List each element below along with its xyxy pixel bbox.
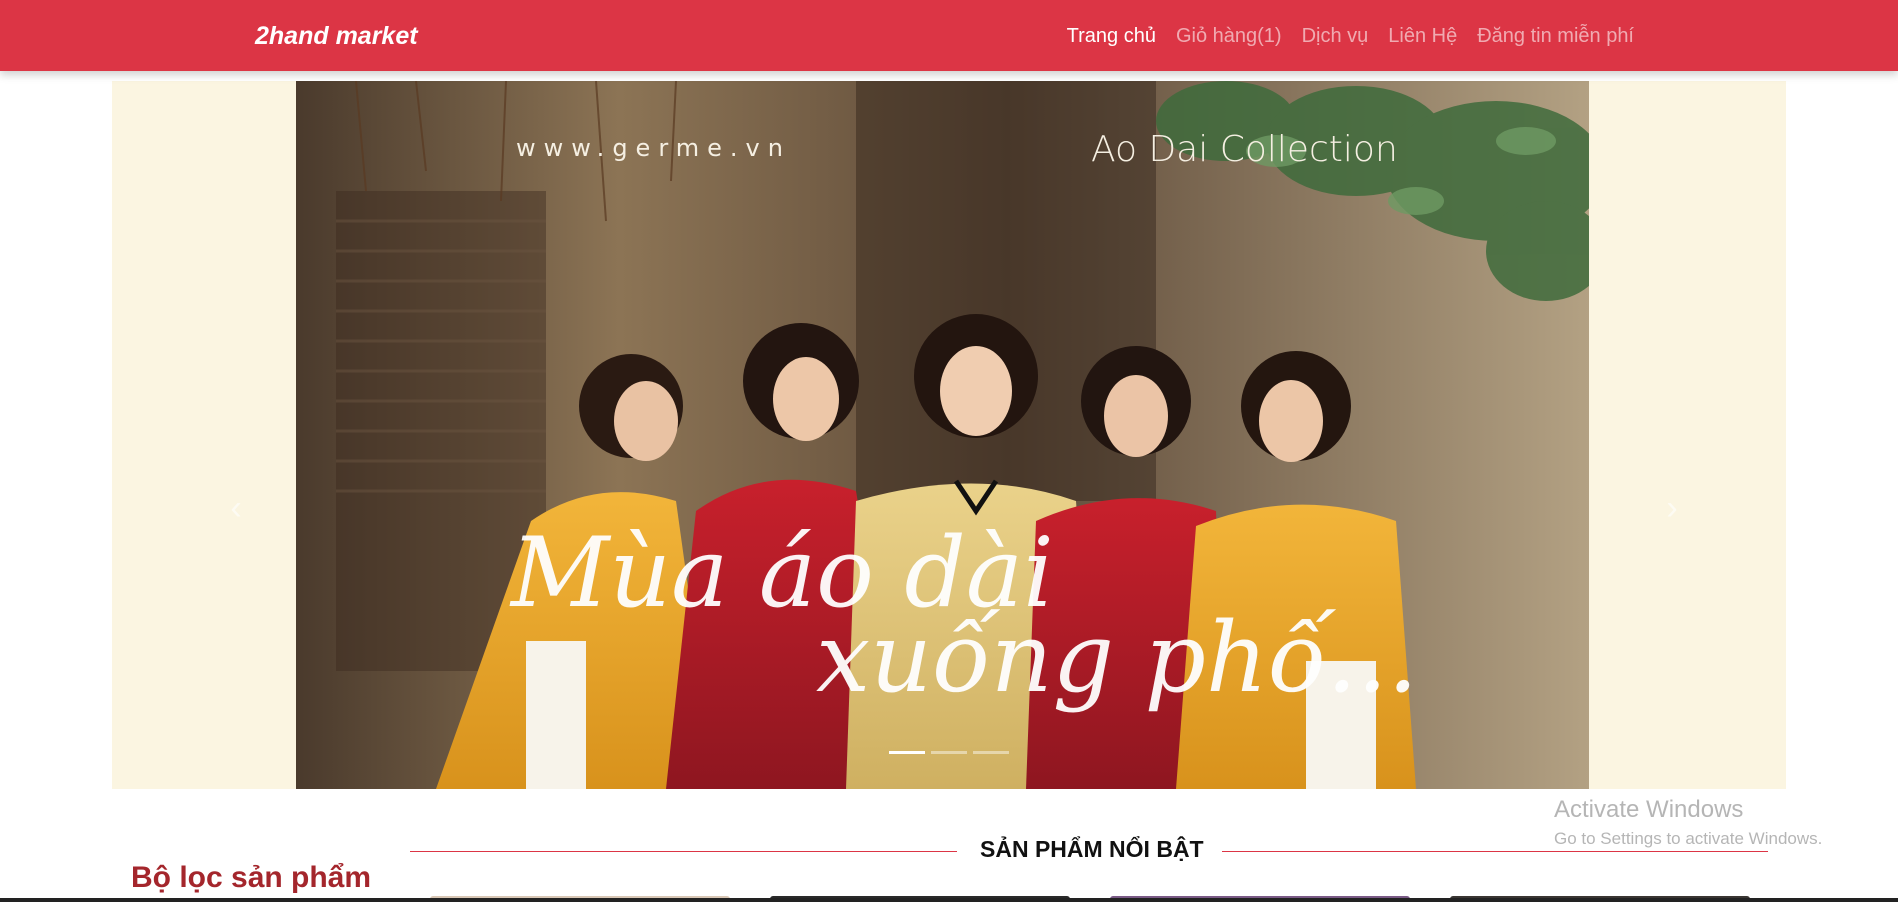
banner-collection-text: Ao Dai Collection xyxy=(1091,129,1398,170)
nav-menu: Trang chủ Giỏ hàng(1) Dịch vụ Liên Hệ Đă… xyxy=(1067,25,1634,48)
section-divider-right xyxy=(1222,851,1768,852)
taskbar-edge xyxy=(0,898,1898,902)
nav-link-post-free[interactable]: Đăng tin miễn phí xyxy=(1477,25,1634,48)
nav-link-home[interactable]: Trang chủ xyxy=(1067,25,1156,48)
nav-link-contact[interactable]: Liên Hệ xyxy=(1388,25,1457,48)
activate-windows-subtitle: Go to Settings to activate Windows. xyxy=(1554,829,1823,848)
featured-products-title: SẢN PHẨM NỔI BẬT xyxy=(980,836,1204,862)
chevron-right-icon: › xyxy=(1666,489,1678,527)
nav-link-cart[interactable]: Giỏ hàng(1) xyxy=(1176,25,1282,48)
brand-logo[interactable]: 2hand market xyxy=(255,22,418,51)
hero-carousel: www.germe.vn Ao Dai Collection Mùa áo dà… xyxy=(112,81,1786,789)
nav-link-services[interactable]: Dịch vụ xyxy=(1302,25,1369,48)
carousel-indicator[interactable] xyxy=(973,751,1009,754)
carousel-slide[interactable]: www.germe.vn Ao Dai Collection Mùa áo dà… xyxy=(296,81,1589,789)
banner-url-text: www.germe.vn xyxy=(516,134,791,162)
product-filter-title: Bộ lọc sản phẩm xyxy=(131,861,372,894)
navbar: 2hand market Trang chủ Giỏ hàng(1) Dịch … xyxy=(0,0,1898,71)
activate-windows-title: Activate Windows xyxy=(1554,796,1744,823)
banner-script-line-2: xuống phố... xyxy=(816,602,1418,714)
section-divider-left xyxy=(410,851,957,852)
carousel-next-control[interactable]: › xyxy=(1662,491,1682,525)
carousel-prev-control[interactable]: ‹ xyxy=(226,491,246,525)
chevron-left-icon: ‹ xyxy=(230,489,242,527)
ao-dai-banner-image: www.germe.vn Ao Dai Collection Mùa áo dà… xyxy=(296,81,1589,789)
carousel-indicator[interactable] xyxy=(931,751,967,754)
carousel-indicators xyxy=(112,751,1786,754)
carousel-indicator[interactable] xyxy=(889,751,925,754)
